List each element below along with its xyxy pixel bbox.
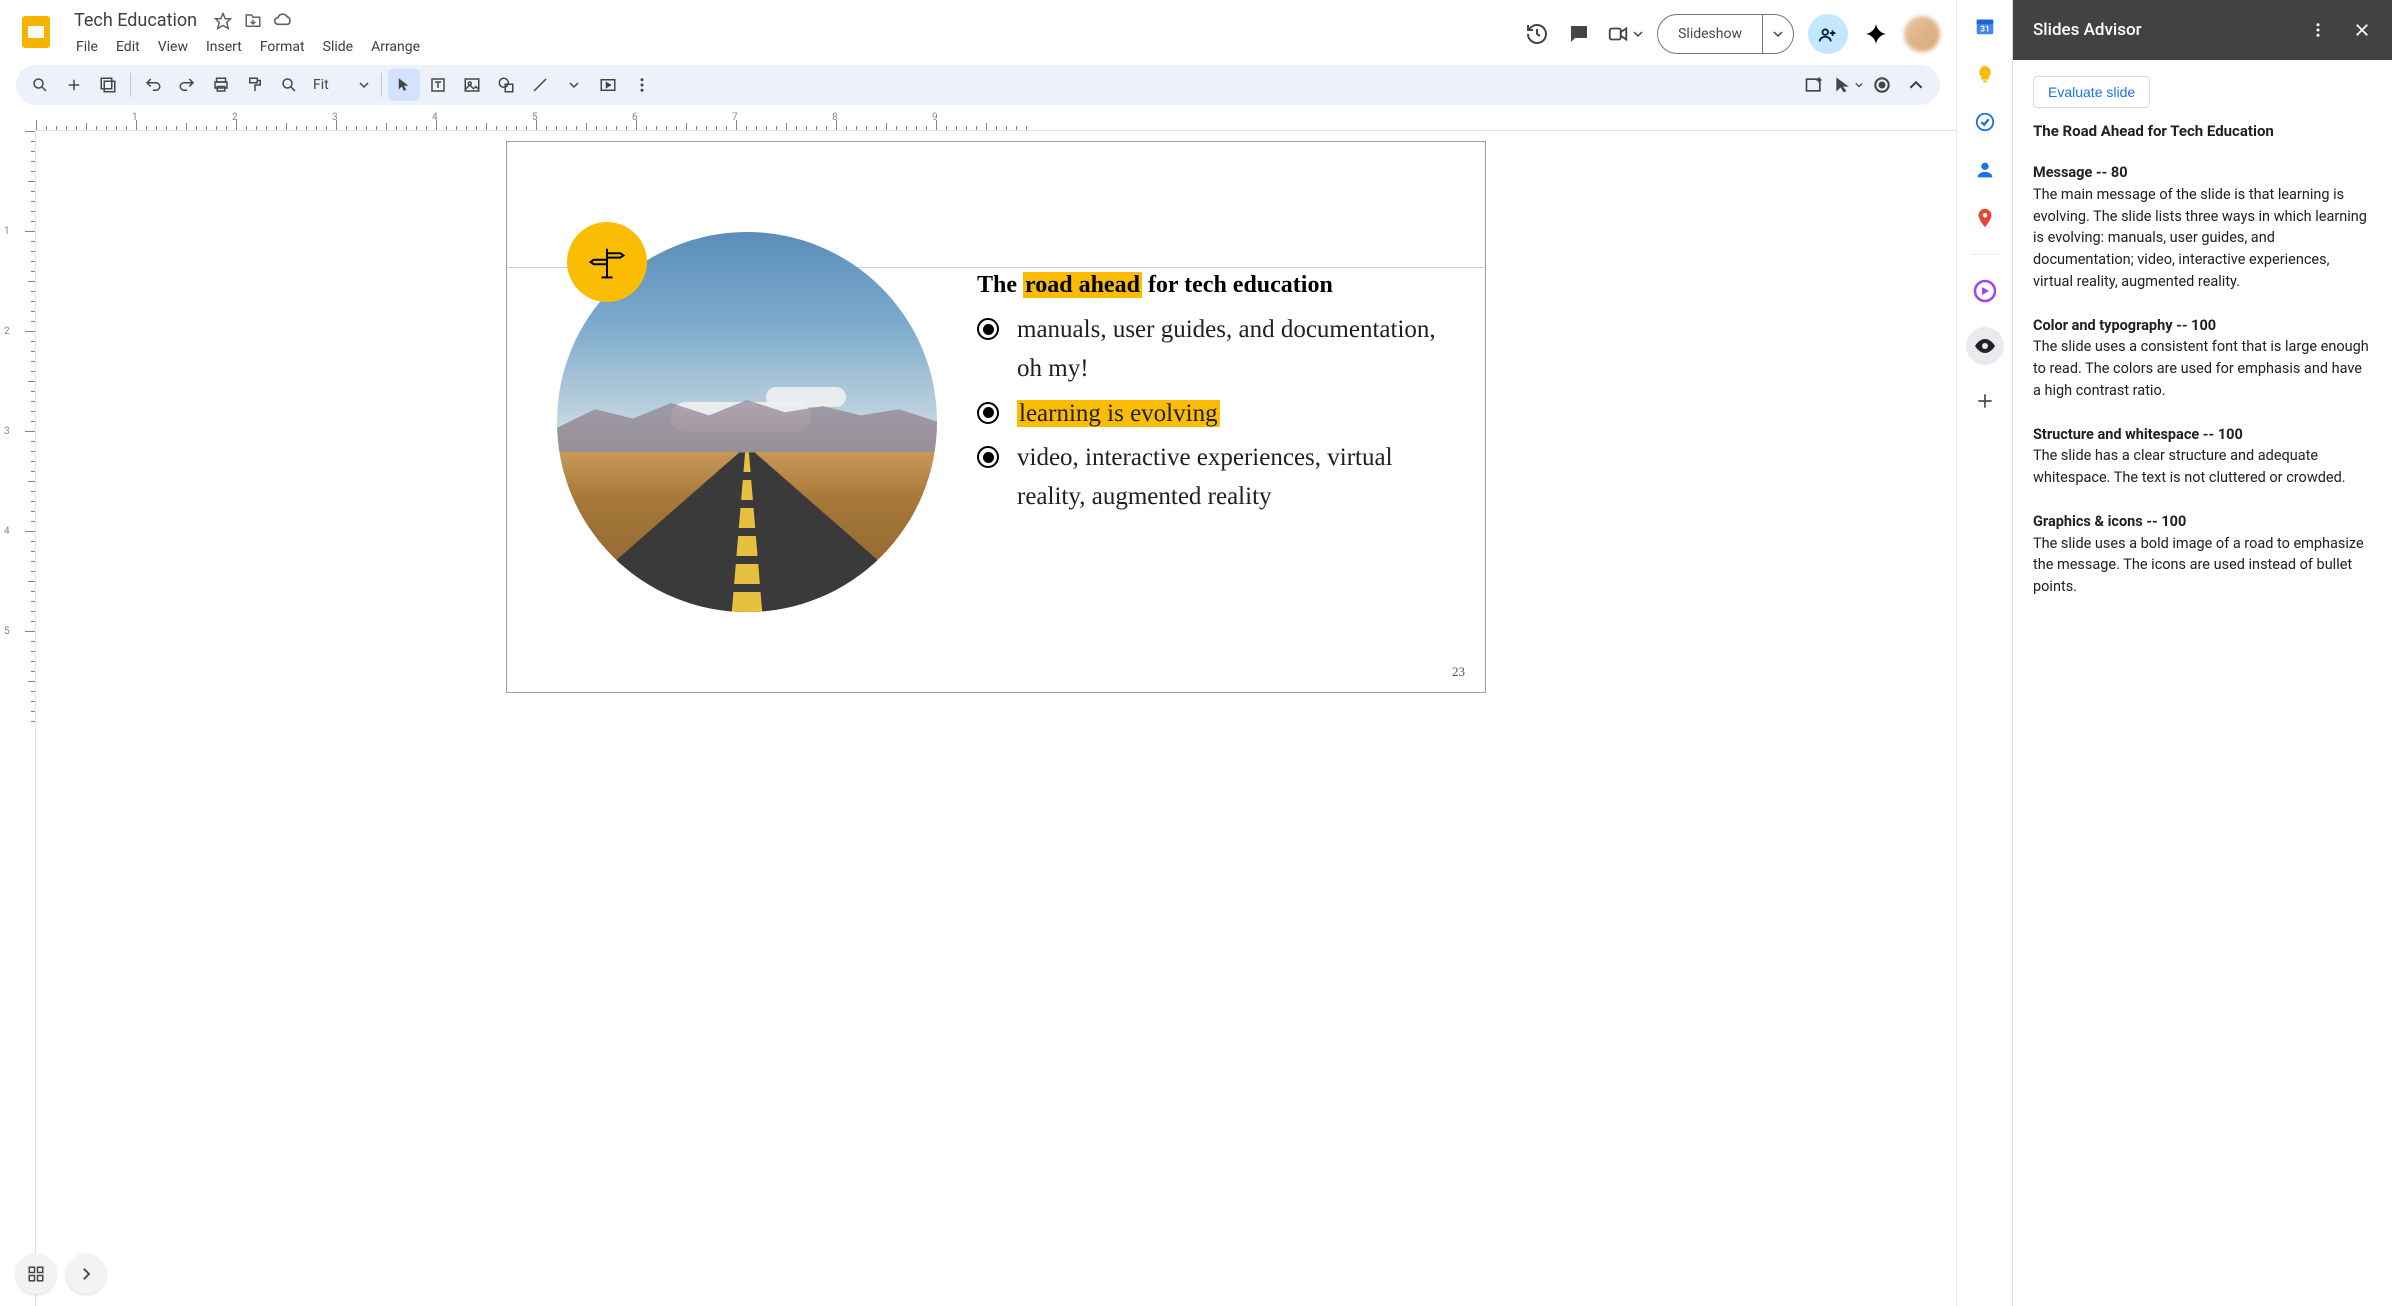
transition-icon[interactable]	[1832, 69, 1864, 101]
new-slide-icon[interactable]	[58, 69, 90, 101]
page-number: 23	[1452, 664, 1465, 680]
advisor-section-graphics: Graphics & icons -- 100 The slide uses a…	[2033, 511, 2372, 598]
slides-logo[interactable]	[16, 12, 56, 52]
contacts-icon[interactable]	[1973, 158, 1997, 182]
video-icon[interactable]	[592, 69, 624, 101]
search-menus-icon[interactable]	[24, 69, 56, 101]
slideshow-main[interactable]: Slideshow	[1658, 15, 1762, 53]
slides-advisor-panel: Slides Advisor Evaluate slide The Road A…	[2012, 0, 2392, 1306]
meet-icon[interactable]	[1607, 20, 1643, 48]
advisor-slide-title: The Road Ahead for Tech Education	[2033, 122, 2372, 140]
menu-format[interactable]: Format	[252, 35, 313, 59]
advisor-close-icon[interactable]	[2352, 20, 2372, 40]
share-button[interactable]	[1808, 14, 1848, 54]
record-icon[interactable]	[1866, 69, 1898, 101]
menu-file[interactable]: File	[68, 35, 106, 59]
svg-text:31: 31	[1980, 25, 1989, 35]
slideshow-dropdown[interactable]	[1762, 15, 1793, 53]
print-icon[interactable]	[205, 69, 237, 101]
textbox-icon[interactable]	[422, 69, 454, 101]
bullet-icon	[977, 446, 999, 468]
menu-view[interactable]: View	[150, 35, 196, 59]
next-slide-button[interactable]	[66, 1254, 106, 1294]
line-icon[interactable]	[524, 69, 556, 101]
gemini-icon[interactable]	[1862, 20, 1890, 48]
comments-icon[interactable]	[1565, 20, 1593, 48]
advisor-section-message: Message -- 80 The main message of the sl…	[2033, 162, 2372, 293]
bullet-icon	[977, 318, 999, 340]
advisor-title: Slides Advisor	[2033, 20, 2142, 40]
history-icon[interactable]	[1523, 20, 1551, 48]
redo-icon[interactable]	[171, 69, 203, 101]
add-addon-icon[interactable]	[1973, 389, 1997, 413]
keep-icon[interactable]	[1973, 62, 1997, 86]
slide-title: The road ahead for tech education	[977, 272, 1445, 299]
slideshow-button: Slideshow	[1657, 14, 1794, 54]
paint-format-icon[interactable]	[239, 69, 271, 101]
slide-text-block[interactable]: The road ahead for tech education manual…	[977, 272, 1445, 523]
document-title[interactable]: Tech Education	[68, 8, 203, 33]
account-avatar[interactable]	[1904, 16, 1940, 52]
evaluate-slide-button[interactable]: Evaluate slide	[2033, 76, 2150, 108]
advisor-section-color: Color and typography -- 100 The slide us…	[2033, 315, 2372, 402]
advisor-section-structure: Structure and whitespace -- 100 The slid…	[2033, 424, 2372, 489]
menu-edit[interactable]: Edit	[108, 35, 148, 59]
shape-icon[interactable]	[490, 69, 522, 101]
undo-icon[interactable]	[137, 69, 169, 101]
bullet-2: learning is evolving	[977, 395, 1445, 434]
vertical-ruler: 1 2 3 4 5	[0, 131, 36, 1306]
horizontal-ruler: 1 2 3 4 5 6 7 8 9	[36, 111, 1956, 131]
advisor-more-icon[interactable]	[2308, 20, 2328, 40]
select-tool-icon[interactable]	[388, 69, 420, 101]
cloud-saved-icon[interactable]	[273, 11, 293, 31]
menu-bar: File Edit View Insert Format Slide Arran…	[68, 35, 1511, 59]
maps-icon[interactable]	[1973, 206, 1997, 230]
star-icon[interactable]	[213, 11, 233, 31]
signpost-icon[interactable]	[567, 222, 647, 302]
image-icon[interactable]	[456, 69, 488, 101]
toolbar: Fit	[0, 59, 1956, 111]
bullet-1: manuals, user guides, and documentation,…	[977, 311, 1445, 389]
calendar-icon[interactable]: 31	[1973, 14, 1997, 38]
zoom-level[interactable]: Fit	[307, 77, 375, 93]
bullet-3: video, interactive experiences, virtual …	[977, 439, 1445, 517]
more-tools-icon[interactable]	[626, 69, 658, 101]
menu-arrange[interactable]: Arrange	[363, 35, 428, 59]
tasks-icon[interactable]	[1973, 110, 1997, 134]
bullet-icon	[977, 402, 999, 424]
layout-icon[interactable]	[92, 69, 124, 101]
canvas[interactable]: 1 2 3 4 5 6 7 8 9 1 2 3 4 5	[0, 111, 1956, 1306]
zoom-icon[interactable]	[273, 69, 305, 101]
menu-insert[interactable]: Insert	[198, 35, 250, 59]
app-header: Tech Education File Edit View Insert For…	[0, 0, 1956, 59]
slides-advisor-icon[interactable]	[1966, 327, 2004, 365]
slide[interactable]: The road ahead for tech education manual…	[506, 141, 1486, 693]
gen-image-icon[interactable]	[1798, 69, 1830, 101]
line-dropdown-icon[interactable]	[558, 69, 590, 101]
side-panel-rail: 31	[1956, 0, 2012, 1306]
addon-icon[interactable]	[1973, 279, 1997, 303]
grid-view-button[interactable]	[16, 1254, 56, 1294]
move-icon[interactable]	[243, 11, 263, 31]
menu-slide[interactable]: Slide	[315, 35, 361, 59]
collapse-toolbar-icon[interactable]	[1900, 69, 1932, 101]
